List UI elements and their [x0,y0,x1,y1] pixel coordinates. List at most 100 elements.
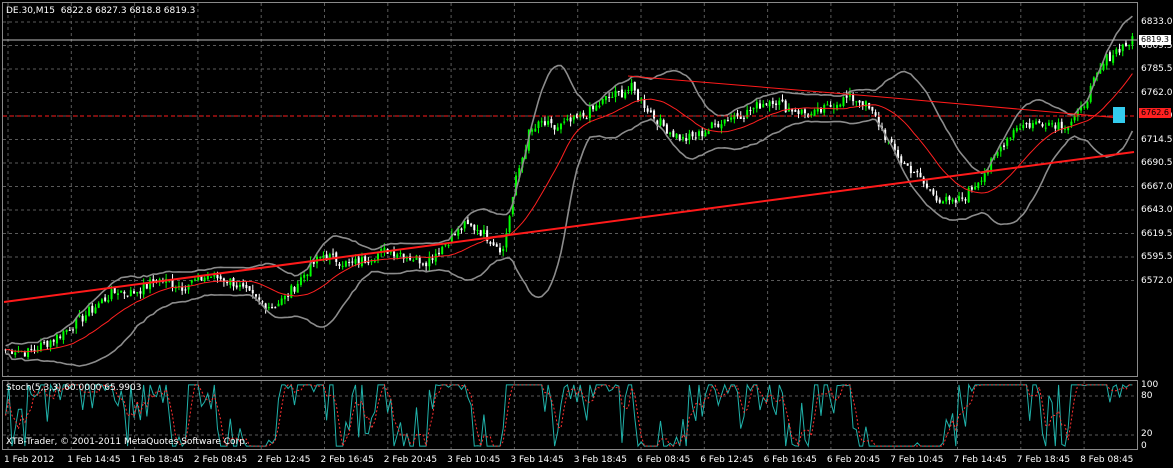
candle-body [852,94,855,102]
candle-body [540,121,543,123]
chart-window: DE.30,M15 6822.8 6827.3 6818.8 6819.3 St… [0,0,1173,468]
candle-body [803,109,806,114]
alert-marker-icon[interactable] [1113,107,1125,123]
time-axis-label: 2 Feb 16:45 [320,455,374,465]
candle-body [778,100,781,105]
candle-body [463,221,466,229]
candle-body [598,105,601,108]
candle-body [187,284,190,290]
candle-body [251,289,254,294]
candle-body [255,294,258,297]
candle-body [133,291,136,294]
candle-body [1054,125,1057,129]
candle-body [547,120,550,125]
candle-body [322,255,325,258]
candle-body [1115,49,1118,55]
candle-body [1044,127,1047,129]
candle-body [299,277,302,285]
candle-body [871,106,874,111]
candle-body [765,103,768,105]
candle-body [139,291,142,294]
time-axis-label: 2 Feb 20:45 [383,455,438,465]
price-axis-label: 6595.5 [1141,252,1173,262]
candle-body [681,136,684,139]
candle-body [418,256,421,264]
candle-body [354,258,357,264]
current-price-tag: 6819.3 [1139,35,1171,45]
candle-body [1121,44,1124,52]
candle-body [685,138,688,141]
candle-body [367,261,370,264]
candle-body [611,96,614,98]
candle-body [277,303,280,307]
candle-body [845,95,848,98]
price-chart-svg [3,3,1137,449]
candle-body [338,263,341,266]
candle-body [698,131,701,137]
candle-body [797,110,800,115]
candle-body [1028,123,1031,128]
candle-body [601,99,604,104]
candle-body [23,352,26,357]
time-axis-label: 6 Feb 08:45 [637,455,691,465]
candle-body [595,105,598,111]
candle-body [441,246,444,255]
candle-body [460,228,463,231]
candle-body [190,280,193,283]
candle-body [258,297,261,300]
candle-body [643,99,646,108]
candle-body [39,342,42,351]
candle-body [861,101,864,106]
candle-body [473,224,476,231]
resistance-trendline-extension [869,95,1121,119]
candle-body [1057,122,1060,131]
candle-body [271,307,274,309]
time-axis-label: 6 Feb 12:45 [700,455,754,465]
candle-body [983,173,986,182]
candle-body [502,248,505,252]
candle-body [454,234,457,236]
candle-body [1002,145,1005,147]
candle-body [964,199,967,201]
candle-body [55,334,58,344]
candle-body [742,117,745,119]
alert-price-tag[interactable]: 6762.6 [1139,108,1171,118]
candle-body [672,130,675,137]
candle-body [399,252,402,254]
candle-body [906,163,909,166]
candle-body [550,119,553,124]
candle-body [332,253,335,255]
candle-body [100,299,103,304]
candle-body [508,216,511,233]
candle-body [226,281,229,284]
candle-body [129,290,132,296]
candle-body [142,283,145,295]
candle-body [296,283,299,293]
stoch-axis-label: 0 [1141,441,1147,451]
candle-body [1083,106,1086,108]
candle-body [980,180,983,182]
candle-body [62,331,65,340]
candle-body [839,104,842,107]
candle-body [592,105,595,110]
stoch-axis-label: 20 [1141,429,1153,439]
candle-body [829,105,832,107]
candle-body [120,290,123,293]
candle-body [319,257,322,259]
candle-body [919,172,922,178]
candle-body [206,275,209,280]
candle-body [675,133,678,139]
candle-body [210,276,213,278]
candle-body [826,104,829,106]
candle-body [941,201,944,204]
candle-body [691,131,694,137]
candle-body [961,197,964,199]
candle-body [72,329,75,331]
candle-body [149,279,152,290]
candle-body [14,352,17,355]
candle-body [492,242,495,246]
candle-body [585,118,588,120]
candle-body [1128,44,1131,47]
candle-body [498,247,501,253]
candle-body [974,186,977,190]
